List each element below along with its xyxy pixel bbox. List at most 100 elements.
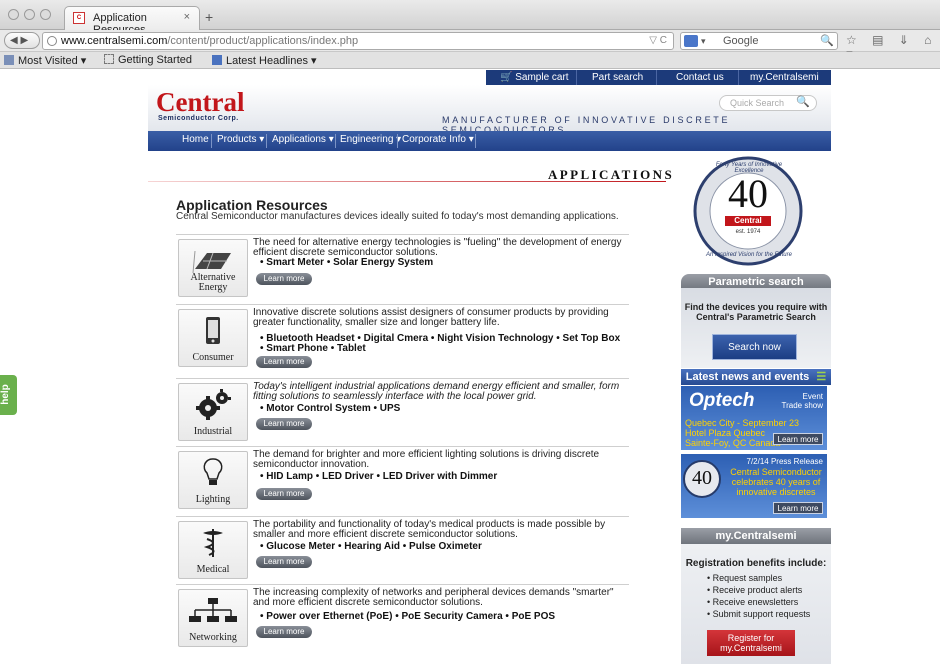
learn-more-button[interactable]: Learn more xyxy=(256,356,312,368)
site-header: Central Semiconductor Corp. Manufacturer… xyxy=(148,85,831,137)
mini-40-badge: 40 xyxy=(683,460,721,498)
event-card[interactable]: Optech Event Trade show Quebec City - Se… xyxy=(681,386,827,450)
nav-applications[interactable]: Applications ▾ xyxy=(272,134,334,145)
site-logo[interactable]: Central xyxy=(156,87,244,118)
help-tab[interactable]: help xyxy=(0,375,17,415)
tile-label: Alternative Energy xyxy=(190,272,236,293)
browser-navbar: ◀ ▶ www.centralsemi.com/content/product/… xyxy=(0,30,940,61)
folder-icon xyxy=(4,55,14,65)
rss-icon xyxy=(212,55,222,65)
contact-us-link[interactable]: Contact us xyxy=(676,72,724,83)
reload-icon[interactable]: ▽ C xyxy=(649,33,667,49)
learn-more-button[interactable]: Learn more xyxy=(256,418,312,430)
my-centralsemi-header: my.Centralsemi xyxy=(681,528,831,544)
smartphone-icon xyxy=(206,317,220,344)
lightbulb-icon xyxy=(203,458,223,485)
page-subtitle: Central Semiconductor manufactures devic… xyxy=(176,211,619,222)
url-bar[interactable]: www.centralsemi.com/content/product/appl… xyxy=(42,32,674,50)
consumer-tile[interactable]: Consumer xyxy=(178,309,248,367)
nav-engineering[interactable]: Engineering ▾ xyxy=(340,134,401,145)
learn-more-button[interactable]: Learn more xyxy=(256,273,312,285)
app-description: Innovative discrete solutions assist des… xyxy=(253,307,609,328)
press-date: 7/2/14 Press Release xyxy=(746,457,824,466)
app-bullets: • Smart Meter • Solar Energy System xyxy=(260,257,434,268)
app-row-consumer: Consumer Innovative discrete solutions a… xyxy=(176,304,629,376)
tile-label: Industrial xyxy=(193,426,233,437)
press-learn-more-button[interactable]: Learn more xyxy=(773,502,823,514)
learn-more-button[interactable]: Learn more xyxy=(256,626,312,638)
app-row-medical: Medical The portability and functionalit… xyxy=(176,516,629,584)
app-bullets: • Glucose Meter • Hearing Aid • Pulse Ox… xyxy=(260,541,482,552)
list-item: • Submit support requests xyxy=(707,609,811,619)
bookmark-latest-headlines[interactable]: Latest Headlines ▾ xyxy=(212,54,317,67)
event-type: Event Trade show xyxy=(781,392,824,410)
press-release-card[interactable]: 40 7/2/14 Press Release Central Semicond… xyxy=(681,454,827,518)
parametric-search-panel: Find the devices you require with Centra… xyxy=(681,288,831,368)
nav-home[interactable]: Home xyxy=(182,134,209,145)
utility-bar: 🛒 Sample cart Part search Contact us my.… xyxy=(486,70,831,86)
network-icon xyxy=(189,598,237,622)
my-centralsemi-link[interactable]: my.Centralsemi xyxy=(750,72,819,83)
heading-rule xyxy=(148,181,666,182)
nav-corporate-info[interactable]: Corporate Info ▾ xyxy=(402,134,474,145)
sample-cart-link[interactable]: 🛒 Sample cart xyxy=(500,72,569,83)
bookmark-most-visited[interactable]: Most Visited ▾ xyxy=(4,54,86,67)
app-bullets: • Motor Control System • UPS xyxy=(260,403,401,414)
register-button[interactable]: Register for my.Centralsemi xyxy=(707,630,795,656)
part-search-link[interactable]: Part search xyxy=(592,72,643,83)
search-now-button[interactable]: Search now xyxy=(712,334,797,360)
my-centralsemi-panel: Registration benefits include: • Request… xyxy=(681,544,831,664)
networking-tile[interactable]: Networking xyxy=(178,589,248,647)
industrial-tile[interactable]: Industrial xyxy=(178,383,248,441)
event-logo: Optech xyxy=(689,390,755,411)
browser-titlebar: C Application Resources × + xyxy=(0,0,940,36)
app-row-alternative-energy: Alternative Energy The need for alternat… xyxy=(176,234,629,302)
tab-close-icon[interactable]: × xyxy=(184,11,190,23)
learn-more-button[interactable]: Learn more xyxy=(256,556,312,568)
alternative-energy-tile[interactable]: Alternative Energy xyxy=(178,239,248,297)
badge-bottom-text: An Inspired Vision for the Future xyxy=(706,252,792,258)
badge-est: est. 1974 xyxy=(735,229,761,235)
lighting-tile[interactable]: Lighting xyxy=(178,451,248,509)
page-icon xyxy=(104,54,114,64)
logo-subtitle: Semiconductor Corp. xyxy=(158,115,239,122)
badge-number: 40 xyxy=(728,171,768,216)
window-minimize-button[interactable] xyxy=(24,9,35,20)
app-bullets: • Power over Ethernet (PoE) • PoE Securi… xyxy=(260,611,556,622)
chevron-down-icon[interactable]: ▾ xyxy=(701,33,706,49)
tile-label: Lighting xyxy=(195,494,231,505)
main-nav: Home Products ▾ Applications ▾ Engineeri… xyxy=(148,131,831,151)
learn-more-button[interactable]: Learn more xyxy=(256,488,312,500)
app-description: The demand for brighter and more efficie… xyxy=(253,449,600,470)
tile-label: Medical xyxy=(196,564,230,575)
event-learn-more-button[interactable]: Learn more xyxy=(773,433,823,445)
search-engine-name: Google xyxy=(723,35,759,47)
forty-years-badge[interactable]: 40 Central est. 1974 Forty Years of Inno… xyxy=(677,156,819,266)
quick-search-input[interactable]: Quick Search 🔍 xyxy=(719,95,817,111)
badge-top-text: Forty Years of Innovative Excellence xyxy=(715,162,783,174)
registration-title: Registration benefits include: xyxy=(685,558,827,569)
bookmark-getting-started[interactable]: Getting Started xyxy=(104,54,192,66)
browser-tab[interactable]: C Application Resources × xyxy=(64,6,200,36)
list-icon[interactable]: ☰ xyxy=(816,371,826,383)
back-forward-buttons[interactable]: ◀ ▶ xyxy=(4,32,40,49)
url-path: /content/product/applications/index.php xyxy=(167,35,359,47)
search-icon[interactable]: 🔍 xyxy=(820,33,834,49)
solar-panel-icon xyxy=(192,250,231,274)
tile-label: Consumer xyxy=(192,352,234,363)
window-close-button[interactable] xyxy=(8,9,19,20)
browser-search-input[interactable]: ▾ Google 🔍 xyxy=(680,32,838,50)
list-item: • Receive product alerts xyxy=(707,585,803,595)
medical-tile[interactable]: Medical xyxy=(178,521,248,579)
window-zoom-button[interactable] xyxy=(40,9,51,20)
press-text: Central Semiconductor celebrates 40 year… xyxy=(730,467,822,497)
parametric-text: Find the devices you require with Centra… xyxy=(684,302,828,322)
badge-logo: Central xyxy=(734,216,762,225)
bookmarks-bar: Most Visited ▾ Getting Started Latest He… xyxy=(0,52,940,69)
google-icon[interactable] xyxy=(684,35,698,47)
new-tab-button[interactable]: + xyxy=(205,9,213,25)
search-icon[interactable]: 🔍 xyxy=(796,95,810,109)
favicon-icon: C xyxy=(73,12,85,24)
nav-products[interactable]: Products ▾ xyxy=(217,134,264,145)
app-description: The increasing complexity of networks an… xyxy=(253,587,614,608)
